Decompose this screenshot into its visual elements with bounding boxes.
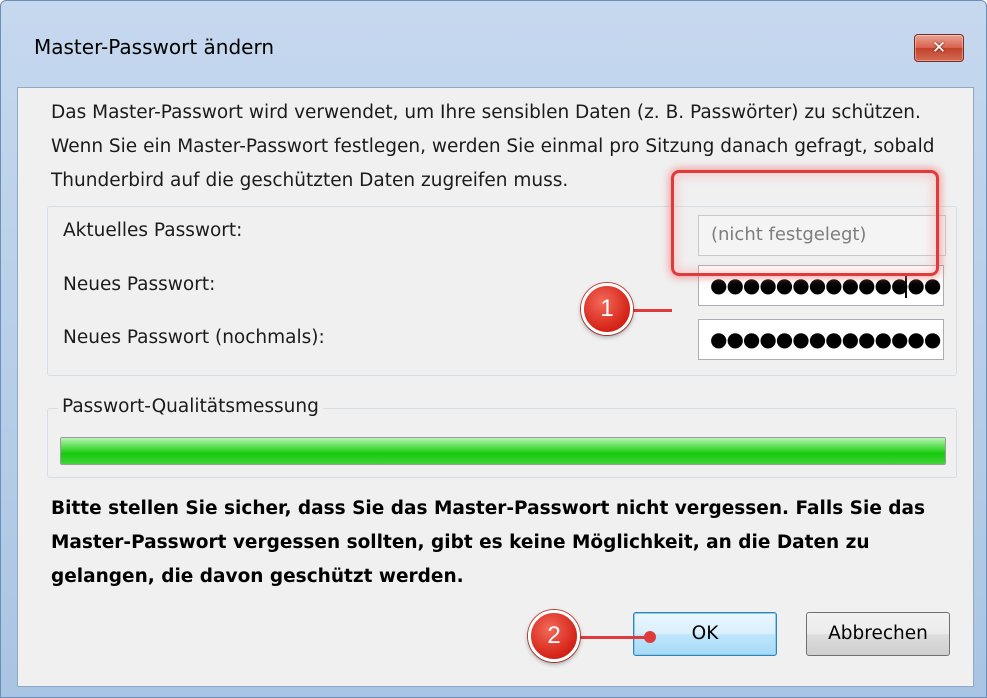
password-group: Aktuelles Passwort: (nicht festgelegt) N… [47, 206, 957, 376]
close-icon: ✕ [931, 38, 947, 58]
quality-meter-group: Passwort-Qualitätsmessung [47, 396, 957, 478]
title-bar[interactable]: Master-Passwort ändern ✕ [1, 1, 986, 87]
quality-meter [60, 437, 946, 465]
dialog-window: Master-Passwort ändern ✕ Das Master-Pass… [0, 0, 987, 698]
callout-1-marker: 1 [581, 283, 633, 335]
dialog-content: Das Master-Passwort wird verwendet, um I… [17, 87, 974, 687]
confirm-password-value: ●●●●●●●●●●●●●● [710, 327, 941, 351]
callout-2-marker: 2 [528, 610, 580, 662]
confirm-password-field[interactable]: ●●●●●●●●●●●●●● [698, 319, 944, 360]
new-password-field[interactable]: ●●●●●●●●●●●●●● [698, 265, 944, 306]
callout-2-line [575, 636, 653, 639]
current-password-value: (nicht festgelegt) [711, 224, 867, 245]
quality-meter-legend: Passwort-Qualitätsmessung [58, 396, 323, 417]
current-password-field: (nicht festgelegt) [698, 215, 946, 256]
quality-meter-fill [61, 438, 945, 464]
confirm-password-label: Neues Passwort (nochmals): [63, 327, 325, 348]
cancel-button[interactable]: Abbrechen [806, 612, 950, 656]
warning-text: Bitte stellen Sie sicher, dass Sie das M… [51, 498, 926, 587]
intro-text: Das Master-Passwort wird verwendet, um I… [51, 102, 935, 191]
new-password-label: Neues Passwort: [63, 274, 216, 295]
current-password-label: Aktuelles Passwort: [63, 220, 243, 241]
window-title: Master-Passwort ändern [34, 35, 274, 59]
callout-2-dot [644, 631, 656, 643]
close-button[interactable]: ✕ [914, 34, 964, 62]
callout-1-line [628, 309, 672, 312]
text-caret [905, 274, 907, 298]
